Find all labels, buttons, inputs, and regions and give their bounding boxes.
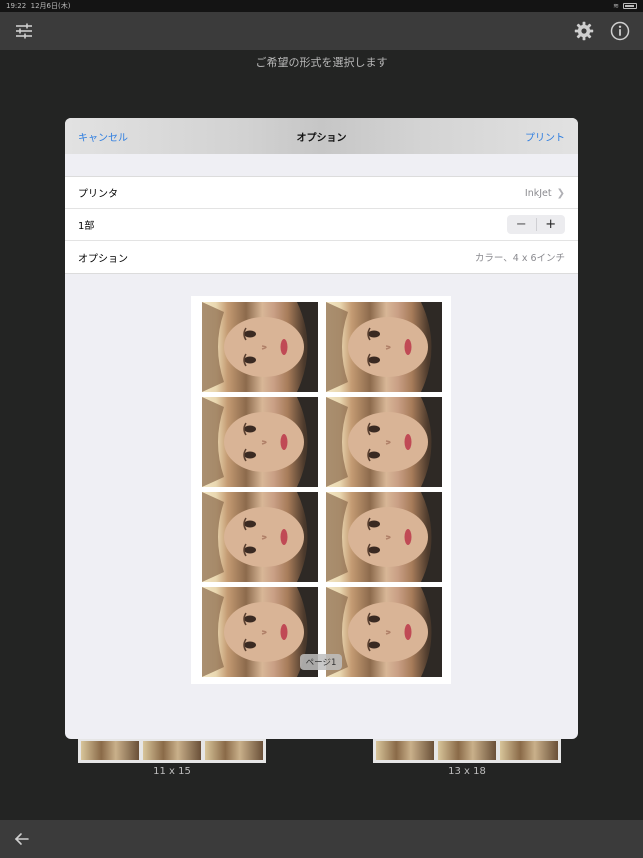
preview-photo	[202, 492, 318, 582]
printer-row[interactable]: プリンタ InkJet ❯	[65, 177, 578, 209]
page-indicator: ページ1	[300, 654, 342, 670]
status-indicators: ≋	[613, 2, 637, 10]
format-hint: ご希望の形式を選択します	[255, 56, 388, 69]
options-label: オプション	[78, 253, 128, 265]
battery-icon	[623, 3, 637, 9]
printer-label: プリンタ	[78, 189, 118, 200]
print-button[interactable]: プリント	[525, 129, 565, 144]
size-thumbnails	[373, 738, 561, 763]
sliders-icon[interactable]	[13, 20, 35, 42]
copies-stepper: − +	[507, 215, 565, 234]
dialog-title: オプション	[296, 133, 347, 144]
size-label: 13 x 18	[448, 766, 486, 777]
gear-icon[interactable]	[573, 20, 595, 42]
preview-photo	[326, 492, 442, 582]
preview-photo	[202, 302, 318, 392]
decrement-button[interactable]: −	[507, 215, 536, 234]
preview-photo	[326, 302, 442, 392]
options-value: カラー、4 x 6インチ	[474, 253, 565, 264]
preview-photo	[326, 397, 442, 487]
copies-label: 1部	[78, 221, 95, 232]
page-preview	[191, 296, 451, 684]
thumbnail-photo	[438, 741, 496, 760]
options-row[interactable]: オプション カラー、4 x 6インチ	[65, 241, 578, 273]
info-icon[interactable]	[609, 20, 631, 42]
options-list: プリンタ InkJet ❯ 1部 − + オプション カラー、4 x 6インチ	[65, 176, 578, 274]
preview-photo	[326, 587, 442, 677]
print-options-dialog: キャンセル オプション プリント プリンタ InkJet ❯ 1部 − + オプ…	[65, 118, 578, 739]
thumbnail-photo	[500, 741, 558, 760]
increment-button[interactable]: +	[537, 215, 566, 234]
top-toolbar	[0, 12, 643, 50]
thumbnail-photo	[205, 741, 263, 760]
status-bar: 19:22 12月6日(木) ≋	[0, 0, 643, 12]
thumbnail-photo	[376, 741, 434, 760]
preview-photo	[202, 397, 318, 487]
size-thumbnails	[78, 738, 266, 763]
size-option-13x18[interactable]: 13 x 18	[373, 738, 561, 777]
status-time: 19:22 12月6日(木)	[6, 2, 71, 10]
printer-value: InkJet	[524, 187, 552, 199]
bottom-toolbar	[0, 820, 643, 858]
thumbnail-photo	[81, 741, 139, 760]
wifi-icon: ≋	[613, 2, 619, 10]
size-label: 11 x 15	[153, 766, 191, 777]
copies-row: 1部 − +	[65, 209, 578, 241]
thumbnail-photo	[143, 741, 201, 760]
chevron-right-icon: ❯	[556, 187, 565, 199]
dialog-header: キャンセル オプション プリント	[65, 118, 578, 154]
arrow-left-icon[interactable]	[12, 829, 32, 849]
size-option-11x15[interactable]: 11 x 15	[78, 738, 266, 777]
